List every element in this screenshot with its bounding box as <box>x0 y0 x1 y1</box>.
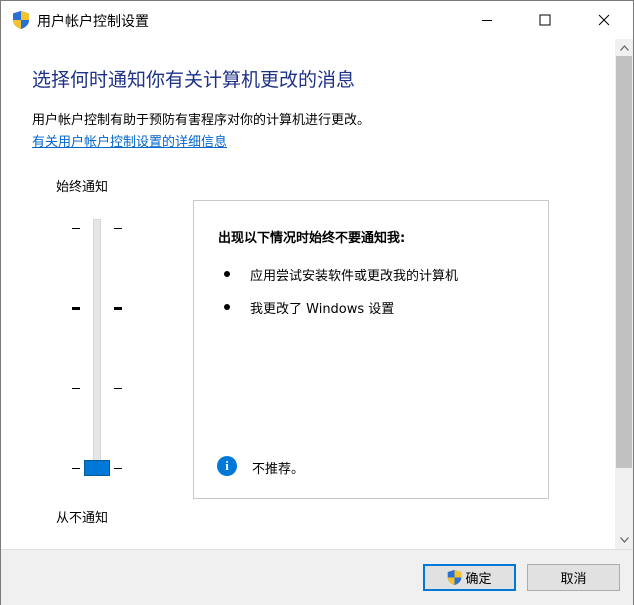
bullet-icon <box>224 271 230 277</box>
scroll-down-button[interactable] <box>615 531 633 548</box>
slider-tick-right <box>114 228 122 229</box>
dialog-footer: 确定 取消 <box>1 549 633 605</box>
panel-title: 出现以下情况时始终不要通知我: <box>218 231 406 246</box>
window-title: 用户帐户控制设置 <box>37 14 149 30</box>
content-area: 选择何时通知你有关计算机更改的消息 用户帐户控制有助于预防有害程序对你的计算机进… <box>1 39 615 549</box>
maximize-icon <box>539 14 551 26</box>
title-bar[interactable]: 用户帐户控制设置 <box>1 1 633 39</box>
minimize-button[interactable] <box>464 1 510 39</box>
cancel-button[interactable]: 取消 <box>527 564 620 591</box>
level-description-panel: 出现以下情况时始终不要通知我: 应用尝试安装软件或更改我的计算机 我更改了 Wi… <box>193 200 549 499</box>
more-info-link[interactable]: 有关用户帐户控制设置的详细信息 <box>32 131 227 150</box>
panel-list-item: 应用尝试安装软件或更改我的计算机 <box>250 269 459 284</box>
close-icon <box>598 14 610 26</box>
uac-shield-icon <box>448 570 462 585</box>
slider-tick-left <box>72 307 80 310</box>
slider-top-label: 始终通知 <box>56 180 109 195</box>
slider-thumb[interactable] <box>84 460 110 476</box>
chevron-up-icon <box>619 44 629 51</box>
vertical-scrollbar[interactable] <box>615 39 633 549</box>
chevron-down-icon <box>619 536 629 543</box>
scroll-up-button[interactable] <box>615 39 633 56</box>
slider-tick-left <box>72 228 80 229</box>
slider-tick-right <box>114 307 122 310</box>
slider-tick-right <box>114 388 122 389</box>
recommendation-note: 不推荐。 <box>252 462 305 477</box>
uac-settings-window: 用户帐户控制设置 选择何时通知你有关计算机更改的消息 用户帐户控制有助于预防有害… <box>0 0 634 605</box>
bullet-icon <box>224 304 230 310</box>
close-button[interactable] <box>581 1 627 39</box>
slider-tick-right <box>114 468 122 469</box>
uac-shield-icon <box>13 11 29 29</box>
description-text: 用户帐户控制有助于预防有害程序对你的计算机进行更改。 <box>32 113 371 128</box>
slider-tick-left <box>72 468 80 469</box>
slider-tick-left <box>72 388 80 389</box>
ok-button[interactable]: 确定 <box>423 564 516 591</box>
panel-list-item: 我更改了 Windows 设置 <box>250 302 395 317</box>
slider-track[interactable] <box>93 219 101 475</box>
minimize-icon <box>482 20 492 21</box>
slider-bottom-label: 从不通知 <box>56 511 109 526</box>
ok-button-label: 确定 <box>465 572 492 587</box>
cancel-button-label: 取消 <box>560 572 587 587</box>
page-heading: 选择何时通知你有关计算机更改的消息 <box>32 69 356 91</box>
maximize-button[interactable] <box>522 1 568 39</box>
info-icon: i <box>217 456 237 476</box>
scrollbar-thumb[interactable] <box>616 56 632 468</box>
